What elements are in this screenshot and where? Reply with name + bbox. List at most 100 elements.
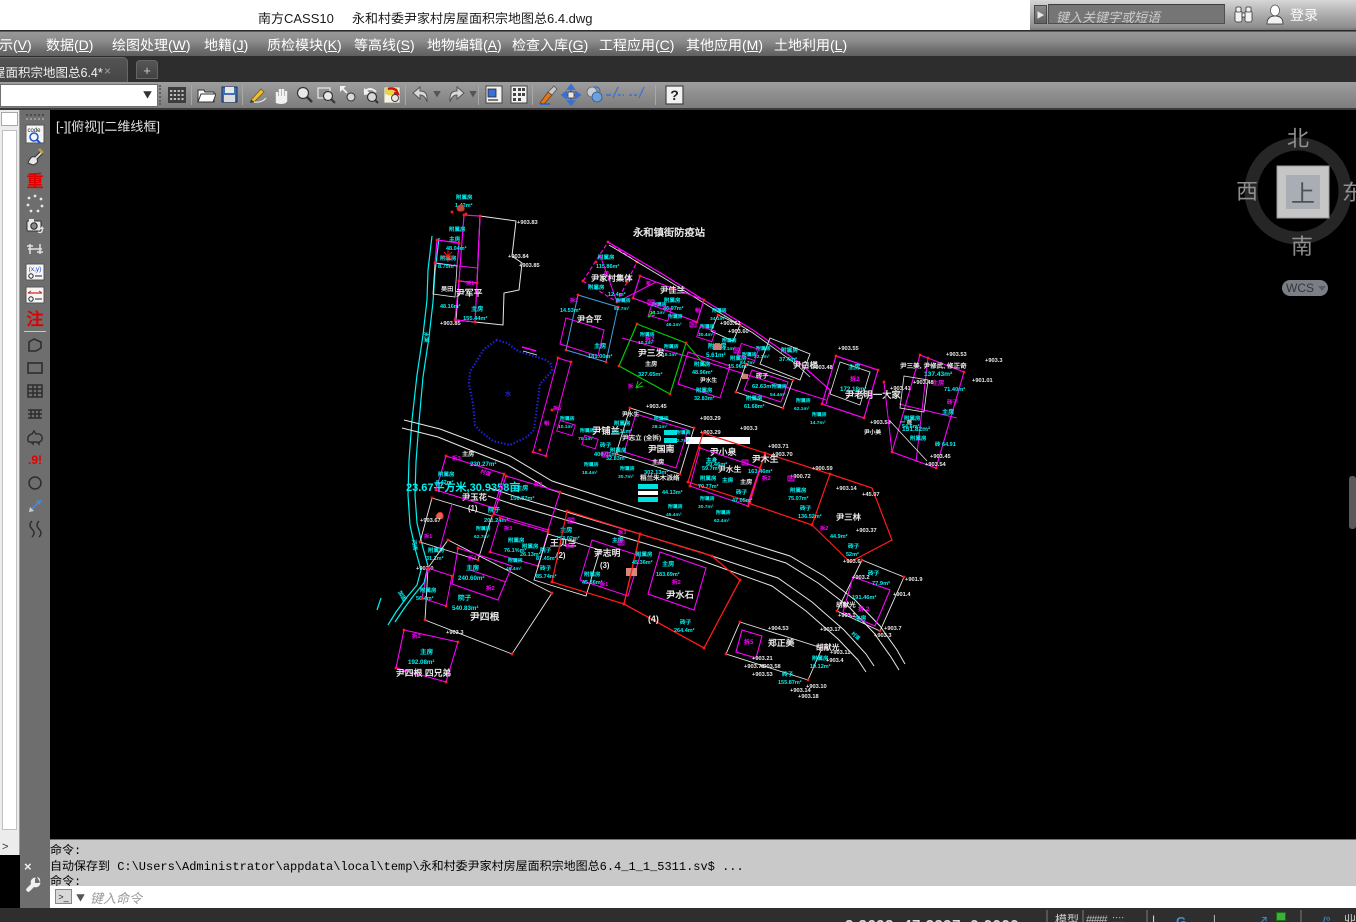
svg-text:44.9m²: 44.9m²: [830, 532, 848, 540]
svg-text:327.65m²: 327.65m²: [638, 369, 662, 378]
svg-text:10.1m²: 10.1m²: [638, 339, 654, 346]
svg-text:+903.85: +903.85: [519, 260, 540, 269]
svg-text:30.7m²: 30.7m²: [698, 503, 714, 510]
svg-text:租: 租: [645, 280, 651, 287]
svg-text:主房: 主房: [855, 613, 867, 622]
svg-text:(1): (1): [468, 503, 478, 514]
svg-text:8.75m²: 8.75m²: [438, 262, 456, 270]
svg-text:30.4m²: 30.4m²: [698, 331, 714, 338]
svg-text:租: 租: [695, 306, 701, 314]
svg-text:砖子: 砖子: [848, 541, 860, 550]
svg-text:主房: 主房: [471, 304, 483, 313]
svg-text:+900.59: +900.59: [812, 463, 833, 472]
svg-text:砖子: 砖子: [680, 617, 692, 626]
svg-text:院子: 院子: [458, 592, 472, 602]
svg-text:+903.17: +903.17: [820, 624, 841, 633]
svg-text:+903.6: +903.6: [843, 556, 861, 565]
svg-text:拆 2: 拆 2: [858, 604, 870, 613]
svg-text:水渠: 水渠: [422, 330, 431, 343]
svg-text:主身: 主身: [706, 455, 718, 464]
svg-text:主房: 主房: [848, 362, 860, 371]
svg-text:32.83m²: 32.83m²: [694, 394, 715, 402]
svg-text:拆: 拆: [743, 460, 747, 466]
svg-text:46.4m²: 46.4m²: [666, 511, 682, 518]
svg-text:18.4m²: 18.4m²: [582, 469, 598, 476]
svg-text:136.52m²: 136.52m²: [798, 512, 822, 520]
svg-text:主房: 主房: [645, 359, 657, 368]
svg-text:62.4m²: 62.4m²: [714, 517, 730, 524]
svg-text:尹水生: 尹水生: [718, 464, 742, 475]
svg-text:上: 上: [1291, 174, 1315, 209]
svg-text:+903.48: +903.48: [812, 362, 833, 371]
svg-text:+903.29: +903.29: [700, 413, 721, 422]
svg-text:62.1m²: 62.1m²: [794, 405, 810, 412]
svg-text:附属房: 附属房: [746, 394, 763, 402]
svg-text:拆3: 拆3: [618, 528, 626, 536]
svg-text:砖子: 砖子: [540, 563, 552, 572]
svg-text:拆: 拆: [649, 300, 653, 306]
svg-text:+903.1: +903.1: [838, 610, 856, 619]
svg-text:+903.58: +903.58: [870, 417, 891, 426]
svg-text:砖子: 砖子: [800, 503, 812, 512]
svg-text:22.7m²: 22.7m²: [674, 437, 690, 444]
svg-text:46.1m²: 46.1m²: [666, 321, 682, 328]
svg-text:东: 东: [1342, 175, 1356, 207]
svg-text:拆5: 拆5: [553, 404, 561, 412]
svg-text:拆2: 拆2: [672, 577, 681, 586]
svg-text:吴田: 吴田: [441, 284, 453, 293]
svg-text:+903.45: +903.45: [646, 401, 667, 410]
svg-text:拆2: 拆2: [566, 542, 574, 550]
svg-text:附属房: 附属房: [716, 509, 731, 516]
svg-text:拆: 拆: [569, 518, 573, 524]
svg-text:46.4m²: 46.4m²: [506, 565, 522, 572]
svg-text:西: 西: [1236, 174, 1258, 206]
svg-text:拆1: 拆1: [424, 532, 432, 540]
svg-text:拆1: 拆1: [468, 553, 477, 562]
svg-text:附属房: 附属房: [636, 550, 653, 558]
svg-text:附属房: 附属房: [654, 415, 669, 422]
svg-text:附属房: 附属房: [712, 307, 727, 314]
svg-text:+903.14: +903.14: [836, 483, 858, 492]
svg-text:郑正美: 郑正美: [768, 636, 795, 649]
svg-text:70.77m²: 70.77m²: [698, 482, 719, 490]
svg-text:+901.9: +901.9: [905, 574, 923, 583]
svg-text:主房: 主房: [662, 559, 674, 568]
svg-text:+903.48: +903.48: [913, 377, 934, 386]
svg-text:+903.84: +903.84: [508, 251, 530, 260]
svg-text:河流: 河流: [410, 538, 420, 551]
svg-text:砖子: 砖子: [736, 487, 748, 496]
svg-text:尹军平: 尹军平: [456, 286, 483, 299]
svg-text:永和镇街防疫站: 永和镇街防疫站: [632, 224, 706, 239]
svg-text:附属房: 附属房: [722, 337, 737, 344]
svg-text:附属房: 附属房: [580, 427, 595, 434]
svg-text:附属房: 附属房: [438, 470, 455, 478]
svg-text:附属房: 附属房: [696, 386, 713, 394]
svg-text:拆2: 拆2: [820, 524, 828, 532]
svg-text:附属房: 附属房: [456, 193, 473, 201]
svg-text:胡献光: 胡献光: [836, 599, 856, 609]
svg-text:拆: 拆: [628, 382, 634, 390]
svg-text:附属房: 附属房: [449, 225, 466, 233]
svg-text:砖 64.91: 砖 64.91: [935, 440, 956, 448]
svg-text:(x,y): (x,y): [29, 263, 42, 273]
svg-text:主房: 主房: [594, 341, 606, 350]
svg-text:拆1: 拆1: [466, 279, 474, 287]
svg-text:+903.55: +903.55: [838, 343, 859, 352]
svg-text:155.44m²: 155.44m²: [463, 313, 487, 322]
svg-text:附属房: 附属房: [588, 283, 605, 291]
svg-text:61.68m²: 61.68m²: [744, 402, 765, 410]
svg-text:62.7m²: 62.7m²: [474, 533, 490, 540]
svg-text:48.16m²: 48.16m²: [440, 302, 461, 310]
svg-text:+903.3: +903.3: [446, 627, 464, 636]
svg-text:拆: 拆: [789, 476, 793, 482]
svg-text:14.1m²: 14.1m²: [650, 309, 666, 316]
svg-text:附属房: 附属房: [694, 360, 711, 368]
svg-text:主房: 主房: [932, 378, 944, 387]
svg-text:尹水生: 尹水生: [622, 409, 639, 418]
svg-text:砖子: 砖子: [947, 397, 959, 406]
svg-text:拆3: 拆3: [452, 453, 461, 462]
svg-text:尹玉花: 尹玉花: [462, 491, 488, 503]
svg-text:+903.3: +903.3: [740, 423, 758, 432]
svg-text:尹国南: 尹国南: [648, 442, 675, 455]
svg-text:71.40m²: 71.40m²: [944, 384, 965, 393]
